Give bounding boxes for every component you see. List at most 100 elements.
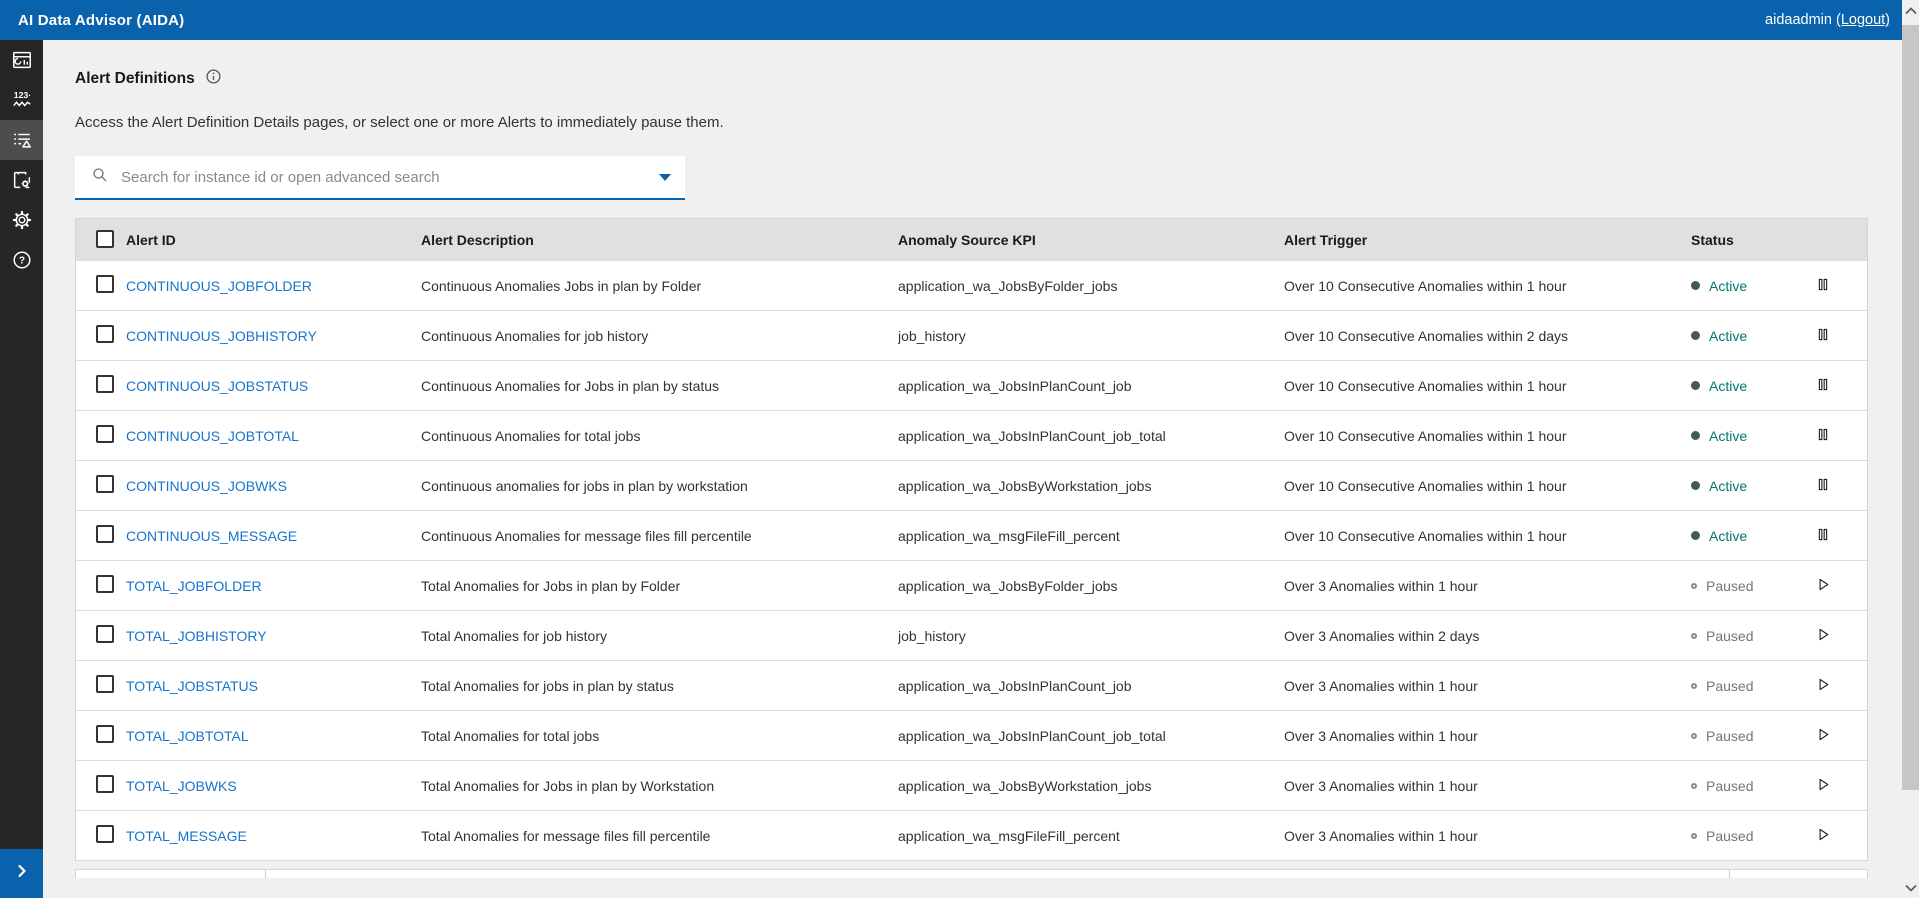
row-action-button[interactable] [1811, 674, 1835, 698]
column-header-anomaly-source-kpi: Anomaly Source KPI [898, 232, 1284, 248]
row-action-button[interactable] [1811, 724, 1835, 748]
column-header-alert-trigger: Alert Trigger [1284, 232, 1691, 248]
anomaly-source-kpi-cell: application_wa_JobsInPlanCount_job_total [898, 428, 1284, 444]
sidebar-item-dashboard[interactable] [0, 40, 43, 80]
status-dot-icon [1691, 733, 1697, 739]
row-action-button[interactable] [1811, 524, 1835, 548]
status-label: Paused [1706, 678, 1753, 694]
sidebar-expand-button[interactable] [0, 849, 43, 898]
status-label: Active [1709, 378, 1747, 394]
sidebar-item-alert-definitions[interactable] [0, 120, 43, 160]
anomaly-source-kpi-cell: application_wa_JobsByWorkstation_jobs [898, 778, 1284, 794]
status-badge: Active [1691, 278, 1801, 294]
alert-id-link[interactable]: TOTAL_JOBHISTORY [126, 628, 267, 644]
alert-id-link[interactable]: TOTAL_MESSAGE [126, 828, 247, 844]
logout-link[interactable]: (Logout) [1836, 12, 1890, 28]
alert-id-link[interactable]: TOTAL_JOBWKS [126, 778, 237, 794]
sidebar-item-planner[interactable] [0, 160, 43, 200]
status-dot-icon [1691, 331, 1700, 340]
table-row: TOTAL_JOBHISTORY Total Anomalies for job… [76, 611, 1867, 661]
status-dot-icon [1691, 833, 1697, 839]
alert-id-link[interactable]: CONTINUOUS_JOBWKS [126, 478, 287, 494]
alert-id-link[interactable]: TOTAL_JOBFOLDER [126, 578, 262, 594]
row-checkbox[interactable] [96, 375, 114, 393]
table-row: CONTINUOUS_JOBSTATUS Continuous Anomalie… [76, 361, 1867, 411]
anomaly-source-kpi-cell: application_wa_msgFileFill_percent [898, 528, 1284, 544]
row-checkbox[interactable] [96, 475, 114, 493]
page-title: Alert Definitions [75, 70, 195, 88]
alert-id-link[interactable]: CONTINUOUS_JOBHISTORY [126, 328, 317, 344]
anomaly-source-kpi-cell: application_wa_JobsInPlanCount_job [898, 378, 1284, 394]
row-action-button[interactable] [1811, 774, 1835, 798]
alert-id-link[interactable]: CONTINUOUS_JOBFOLDER [126, 278, 312, 294]
play-icon [1815, 826, 1831, 846]
play-icon [1815, 776, 1831, 796]
table-row: CONTINUOUS_JOBFOLDER Continuous Anomalie… [76, 261, 1867, 311]
info-icon[interactable] [205, 68, 222, 90]
alert-description-cell: Total Anomalies for jobs in plan by stat… [421, 678, 898, 694]
status-badge: Paused [1691, 828, 1801, 844]
alert-description-cell: Continuous Anomalies for message files f… [421, 528, 898, 544]
alert-trigger-cell: Over 10 Consecutive Anomalies within 1 h… [1284, 278, 1691, 294]
anomaly-source-kpi-cell: application_wa_JobsByWorkstation_jobs [898, 478, 1284, 494]
sidebar-item-kpi[interactable]: 123· [0, 80, 43, 120]
search-input[interactable] [121, 169, 659, 186]
help-icon: ? [11, 249, 33, 271]
sidebar-item-help[interactable]: ? [0, 240, 43, 280]
table-footer-partial [75, 869, 1868, 878]
row-checkbox[interactable] [96, 275, 114, 293]
kpi-123-icon: 123· [10, 89, 34, 111]
column-header-alert-id: Alert ID [126, 232, 421, 248]
alert-id-link[interactable]: TOTAL_JOBSTATUS [126, 678, 258, 694]
row-checkbox[interactable] [96, 825, 114, 843]
column-header-alert-description: Alert Description [421, 232, 898, 248]
sidebar-item-settings[interactable] [0, 200, 43, 240]
status-badge: Paused [1691, 578, 1801, 594]
search-dropdown-caret-icon[interactable] [659, 174, 671, 181]
row-action-button[interactable] [1811, 374, 1835, 398]
alert-trigger-cell: Over 3 Anomalies within 1 hour [1284, 678, 1691, 694]
row-checkbox[interactable] [96, 625, 114, 643]
row-action-button[interactable] [1811, 474, 1835, 498]
alert-trigger-cell: Over 10 Consecutive Anomalies within 2 d… [1284, 328, 1691, 344]
row-checkbox[interactable] [96, 725, 114, 743]
scrollbar-thumb[interactable] [1902, 25, 1919, 790]
row-action-button[interactable] [1811, 824, 1835, 848]
table-row: CONTINUOUS_JOBWKS Continuous anomalies f… [76, 461, 1867, 511]
row-action-button[interactable] [1811, 324, 1835, 348]
alert-trigger-cell: Over 3 Anomalies within 1 hour [1284, 778, 1691, 794]
alert-id-link[interactable]: CONTINUOUS_JOBTOTAL [126, 428, 299, 444]
top-bar: AI Data Advisor (AIDA) aidaadmin (Logout… [0, 0, 1902, 40]
row-checkbox[interactable] [96, 325, 114, 343]
row-checkbox[interactable] [96, 575, 114, 593]
alert-description-cell: Continuous Anomalies for job history [421, 328, 898, 344]
scroll-up-icon[interactable] [1902, 2, 1919, 19]
alert-definitions-icon [11, 129, 33, 151]
row-checkbox[interactable] [96, 525, 114, 543]
alert-id-link[interactable]: TOTAL_JOBTOTAL [126, 728, 249, 744]
status-dot-icon [1691, 583, 1697, 589]
status-badge: Paused [1691, 678, 1801, 694]
search-box [75, 156, 685, 200]
row-checkbox[interactable] [96, 775, 114, 793]
status-label: Active [1709, 528, 1747, 544]
search-icon [91, 166, 109, 189]
status-label: Active [1709, 278, 1747, 294]
scroll-down-icon[interactable] [1902, 879, 1919, 896]
row-action-button[interactable] [1811, 274, 1835, 298]
row-action-button[interactable] [1811, 574, 1835, 598]
vertical-scrollbar[interactable] [1902, 0, 1919, 898]
planner-gear-icon [11, 169, 33, 191]
row-action-button[interactable] [1811, 624, 1835, 648]
alert-id-link[interactable]: CONTINUOUS_JOBSTATUS [126, 378, 308, 394]
row-checkbox[interactable] [96, 675, 114, 693]
alert-id-link[interactable]: CONTINUOUS_MESSAGE [126, 528, 297, 544]
row-checkbox[interactable] [96, 425, 114, 443]
pause-icon [1815, 376, 1831, 396]
footer-divider [265, 870, 266, 878]
pause-icon [1815, 326, 1831, 346]
select-all-checkbox[interactable] [96, 230, 114, 248]
row-action-button[interactable] [1811, 424, 1835, 448]
status-badge: Active [1691, 378, 1801, 394]
status-dot-icon [1691, 281, 1700, 290]
